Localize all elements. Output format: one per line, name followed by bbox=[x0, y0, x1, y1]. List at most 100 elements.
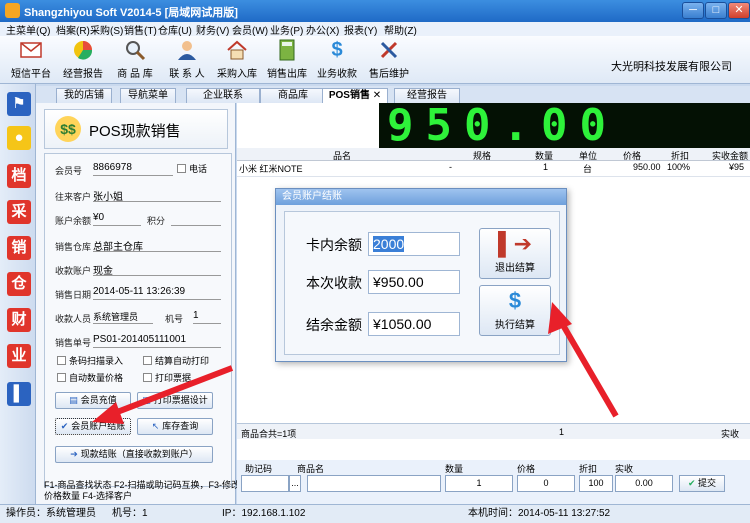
contacts-button[interactable]: 联 系 人 bbox=[164, 38, 210, 82]
tab-product-library[interactable]: 商品库 bbox=[260, 88, 326, 103]
actual-input[interactable]: 0.00 bbox=[615, 475, 673, 492]
sidebar-item-purchase[interactable]: 采 bbox=[7, 200, 31, 224]
menu-report[interactable]: 报表(Y) bbox=[344, 22, 377, 37]
cashier-field: 系统管理员 bbox=[93, 310, 153, 324]
pos-left-panel: $$ POS现款销售 会员号 8866978 电话 往来客户 张小姐 账户余额 … bbox=[36, 103, 236, 504]
member-form: 会员号 8866978 电话 往来客户 张小姐 账户余额 ¥0 积分 销售仓库 … bbox=[44, 153, 232, 487]
close-button[interactable]: ✕ bbox=[728, 2, 750, 19]
dollar-icon: $ bbox=[331, 38, 343, 61]
sidebar-item-sales[interactable]: 销 bbox=[7, 236, 31, 260]
window-title: Shangzhiyou Soft V2014-5 [局域网试用版] bbox=[24, 7, 238, 19]
menu-finance[interactable]: 财务(V) bbox=[196, 22, 229, 37]
tab-pos-sales[interactable]: POS销售 ✕ bbox=[322, 88, 388, 103]
date-field[interactable]: 2014-05-11 13:26:39 bbox=[93, 286, 221, 300]
mail-icon bbox=[19, 38, 43, 62]
business-report-button[interactable]: 经营报告 bbox=[60, 38, 106, 82]
shortcut-hints: F1-商品查找状态 F2-扫描或助记码互换，F3-修改价格数量 F4-选择客户 bbox=[44, 480, 240, 501]
pos-header: $$ POS现款销售 bbox=[44, 109, 228, 149]
card-icon: ▤ bbox=[69, 395, 78, 405]
exit-settle-button[interactable]: ▌➔ 退出结算 bbox=[479, 228, 551, 279]
points-field bbox=[171, 212, 221, 226]
barcode-checkbox[interactable]: 条码扫描录入 bbox=[57, 354, 123, 367]
menu-main[interactable]: 主菜单(Q) bbox=[6, 22, 50, 37]
printer-icon: ▣ bbox=[142, 395, 151, 405]
sidebar-item-archive[interactable]: 档 bbox=[7, 164, 31, 188]
menu-member[interactable]: 会员(W) bbox=[232, 22, 268, 37]
table-row[interactable]: 小米 红米NOTE - 1 台 950.00 100% ¥95 bbox=[237, 161, 750, 177]
menu-purchase[interactable]: 采购(S) bbox=[90, 22, 123, 37]
member-no-field[interactable]: 8866978 bbox=[93, 162, 173, 176]
recharge-button[interactable]: ▤ 会员充值 bbox=[55, 392, 131, 409]
stock-query-button[interactable]: ↖ 库存查询 bbox=[137, 418, 213, 435]
submit-button[interactable]: ✔ 提交 bbox=[679, 475, 725, 492]
product-library-button[interactable]: 商 品 库 bbox=[112, 38, 158, 82]
product-name-input[interactable] bbox=[307, 475, 441, 492]
menu-archive[interactable]: 档案(R) bbox=[56, 22, 90, 37]
machine-field: 1 bbox=[193, 310, 221, 324]
cursor-icon: ↖ bbox=[151, 421, 160, 431]
browse-button[interactable]: ... bbox=[289, 475, 301, 492]
print-design-button[interactable]: ▣ 打印票据设计 bbox=[137, 392, 213, 409]
status-bar: 操作员：系统管理员 机号：1 IP：192.168.1.102 本机时间：201… bbox=[0, 504, 750, 523]
qty-input[interactable]: 1 bbox=[445, 475, 513, 492]
minimize-button[interactable]: ─ bbox=[682, 2, 704, 19]
warehouse-field[interactable]: 总部主仓库 bbox=[93, 238, 221, 253]
bulb-icon[interactable]: ● bbox=[7, 126, 31, 150]
maximize-button[interactable]: □ bbox=[705, 2, 727, 19]
menu-warehouse[interactable]: 仓库(U) bbox=[158, 22, 192, 37]
tools-icon bbox=[377, 38, 401, 62]
card-balance-field[interactable]: 2000 bbox=[368, 232, 460, 256]
remaining-field[interactable]: ¥1050.00 bbox=[368, 312, 460, 336]
sidebar-item-warehouse[interactable]: 仓 bbox=[7, 272, 31, 296]
tab-enterprise-contact[interactable]: 企业联系 bbox=[186, 88, 260, 103]
check-icon: ✔ bbox=[687, 478, 696, 488]
sidebar-item-finance[interactable]: 财 bbox=[7, 308, 31, 332]
status-ip: IP：192.168.1.102 bbox=[222, 508, 306, 519]
menu-office[interactable]: 办公(X) bbox=[306, 22, 339, 37]
title-bar: Shangzhiyou Soft V2014-5 [局域网试用版] ─ □ ✕ bbox=[0, 0, 750, 22]
tab-close-icon[interactable]: ✕ bbox=[373, 90, 381, 101]
arrow-right-icon: ➔ bbox=[70, 449, 78, 459]
phone-checkbox[interactable]: 电话 bbox=[177, 162, 207, 175]
entry-area: 助记码 商品名 数量 价格 折扣 实收 ... 1 0 100 0.00 ✔ 提… bbox=[237, 460, 750, 504]
balance-field: ¥0 bbox=[93, 212, 141, 226]
exit-door-icon: ▌➔ bbox=[497, 231, 533, 256]
code-input[interactable] bbox=[241, 475, 289, 492]
auto-qty-checkbox[interactable]: 自动数量价格 bbox=[57, 371, 123, 384]
after-sales-button[interactable]: 售后维护 bbox=[366, 38, 412, 82]
menu-bar: 主菜单(Q) 档案(R) 采购(S) 销售(T) 仓库(U) 财务(V) 会员(… bbox=[0, 22, 750, 37]
summary-bar: 商品合共=1项 1 实收 bbox=[237, 423, 750, 439]
cash-settle-button[interactable]: ➔ 现款结账（直接收款到账户） bbox=[55, 446, 213, 463]
member-card-icon: ✔ bbox=[60, 421, 69, 431]
member-settle-button[interactable]: ✔ 会员账户结账 bbox=[55, 418, 131, 435]
sms-platform-button[interactable]: 短信平台 bbox=[8, 38, 54, 82]
app-icon bbox=[5, 3, 20, 18]
customer-field[interactable]: 张小姐 bbox=[93, 188, 221, 203]
account-field[interactable]: 现金 bbox=[93, 262, 221, 277]
business-receipt-button[interactable]: $ 业务收款 bbox=[314, 38, 360, 82]
grid-header: 品名 规格 数量 单位 价格 折扣 实收金额 bbox=[237, 148, 750, 161]
toolbar: 短信平台 经营报告 商 品 库 联 系 人 采购入库 销售出库 $ 业务收款 售… bbox=[0, 36, 750, 84]
menu-business[interactable]: 业务(P) bbox=[270, 22, 303, 37]
exit-icon[interactable]: ▌ bbox=[7, 382, 31, 406]
tab-navigation-menu[interactable]: 导航菜单 bbox=[120, 88, 176, 103]
magnifier-icon bbox=[123, 38, 147, 62]
pos-title: POS现款销售 bbox=[89, 123, 181, 140]
menu-help[interactable]: 帮助(Z) bbox=[384, 22, 417, 37]
print-bill-checkbox[interactable]: 打印票据 bbox=[143, 371, 191, 384]
purchase-stock-in-button[interactable]: 采购入库 bbox=[214, 38, 260, 82]
discount-input[interactable]: 100 bbox=[579, 475, 613, 492]
execute-settle-button[interactable]: $ 执行结算 bbox=[479, 285, 551, 336]
flag-icon[interactable]: ⚑ bbox=[7, 92, 31, 116]
tab-my-store[interactable]: 我的店铺 bbox=[56, 88, 112, 103]
price-input[interactable]: 0 bbox=[517, 475, 575, 492]
auto-print-checkbox[interactable]: 结算自动打印 bbox=[143, 354, 209, 367]
pie-chart-icon bbox=[71, 38, 95, 62]
menu-sales[interactable]: 销售(T) bbox=[124, 22, 157, 37]
dialog-title: 会员账户结账 bbox=[276, 189, 566, 205]
calculator-icon bbox=[275, 38, 299, 62]
sidebar-item-business[interactable]: 业 bbox=[7, 344, 31, 368]
this-charge-field[interactable]: ¥950.00 bbox=[368, 270, 460, 294]
sales-stock-out-button[interactable]: 销售出库 bbox=[264, 38, 310, 82]
house-icon bbox=[225, 38, 249, 62]
